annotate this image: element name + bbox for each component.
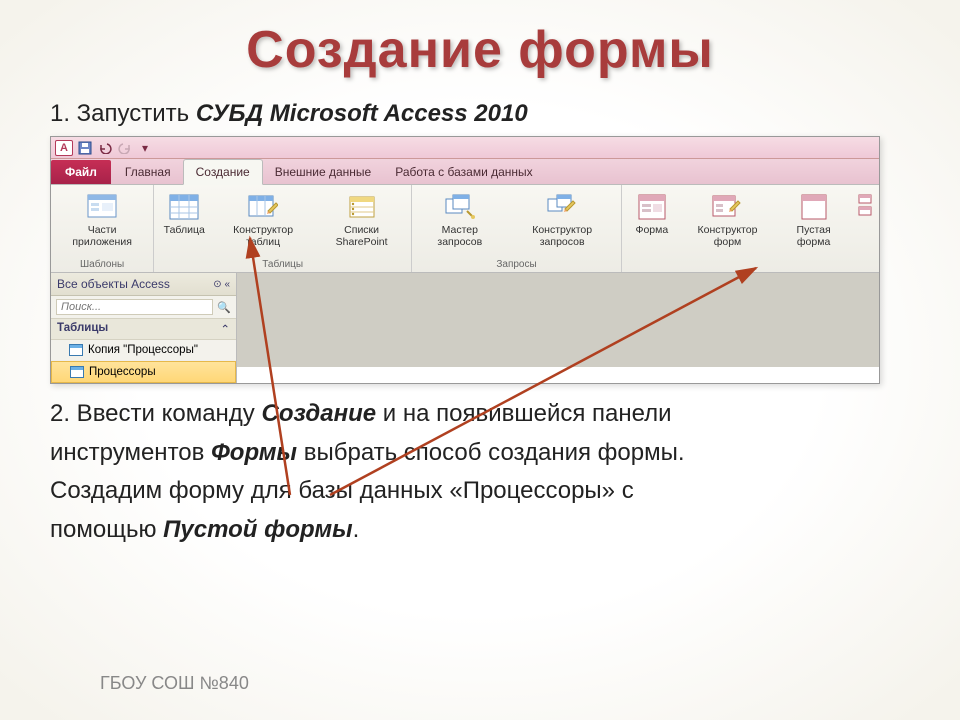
group-templates-label: Шаблоны	[57, 257, 147, 270]
btn-blank-form-label: Пустая форма	[781, 225, 846, 248]
tab-home[interactable]: Главная	[113, 160, 183, 184]
tab-file[interactable]: Файл	[51, 160, 111, 184]
step1-bold: СУБД Microsoft Access 2010	[196, 100, 528, 127]
table-design-icon	[247, 191, 279, 223]
t: и на появившейся панели	[376, 400, 672, 427]
nav-collapse-icon[interactable]: ⊙ «	[213, 279, 230, 290]
btn-more-forms[interactable]	[856, 189, 873, 225]
nav-header-label: Все объекты Access	[57, 277, 170, 291]
btn-form-label: Форма	[635, 225, 668, 237]
table-object-icon	[69, 344, 83, 356]
step-2-line1: 2. Ввести команду Создание и на появивше…	[50, 398, 910, 430]
form-design-icon	[711, 191, 743, 223]
access-screenshot: A ▾ Файл Главная Создание Внешние данные…	[50, 136, 880, 384]
t: выбрать способ создания формы.	[297, 439, 684, 466]
nav-header[interactable]: Все объекты Access ⊙ «	[51, 273, 236, 296]
quick-access-toolbar: A ▾	[51, 137, 879, 159]
nav-category-tables[interactable]: Таблицы ⌃	[51, 319, 236, 340]
btn-table-design[interactable]: Конструктор таблиц	[216, 189, 310, 250]
btn-query-wizard-label: Мастер запросов	[420, 225, 499, 248]
form-icon	[636, 191, 668, 223]
nav-item-copy-processors[interactable]: Копия "Процессоры"	[51, 340, 236, 361]
table-object-icon	[70, 366, 84, 378]
btn-table-design-label: Конструктор таблиц	[218, 225, 308, 248]
btn-blank-form[interactable]: Пустая форма	[779, 189, 848, 250]
group-forms: Форма Конструктор форм Пустая форма	[622, 185, 879, 272]
btn-query-design-label: Конструктор запросов	[511, 225, 612, 248]
app-parts-icon	[86, 191, 118, 223]
sharepoint-icon	[346, 191, 378, 223]
group-tables-label: Таблицы	[160, 257, 405, 270]
search-icon[interactable]: 🔍	[217, 301, 231, 314]
qat-dropdown-icon[interactable]: ▾	[137, 140, 153, 156]
group-tables: Таблица Конструктор таблиц Списки ShareP…	[154, 185, 412, 272]
btn-form[interactable]: Форма	[628, 189, 676, 239]
nav-item-processors[interactable]: Процессоры	[51, 361, 236, 383]
table-icon	[168, 191, 200, 223]
query-design-icon	[546, 191, 578, 223]
nav-search-input[interactable]	[56, 299, 213, 315]
ribbon-tabs: Файл Главная Создание Внешние данные Раб…	[51, 159, 879, 185]
ribbon: Части приложения Шаблоны Таблица Констру…	[51, 185, 879, 273]
btn-form-design[interactable]: Конструктор форм	[684, 189, 771, 250]
btn-query-wizard[interactable]: Мастер запросов	[418, 189, 501, 250]
t: Пустой формы	[163, 516, 352, 543]
btn-form-design-label: Конструктор форм	[686, 225, 769, 248]
nav-category-label: Таблицы	[57, 322, 108, 336]
btn-app-parts-label: Части приложения	[59, 225, 145, 248]
query-wizard-icon	[444, 191, 476, 223]
t: Создание	[261, 400, 376, 427]
more-forms-icon	[858, 191, 872, 223]
tab-dbtools[interactable]: Работа с базами данных	[383, 160, 544, 184]
step1-prefix: 1. Запустить	[50, 100, 196, 127]
qat-undo-icon[interactable]	[97, 140, 113, 156]
tab-create[interactable]: Создание	[183, 159, 263, 185]
step-2-line3: Создадим форму для базы данных «Процессо…	[50, 475, 910, 507]
btn-app-parts[interactable]: Части приложения	[57, 189, 147, 250]
slide-title: Создание формы	[50, 20, 910, 80]
btn-table[interactable]: Таблица	[160, 189, 208, 239]
access-app-icon[interactable]: A	[55, 140, 73, 156]
step-1: 1. Запустить СУБД Microsoft Access 2010	[50, 98, 910, 130]
workspace: Все объекты Access ⊙ « 🔍 Таблицы ⌃ Копия…	[51, 273, 879, 383]
qat-redo-icon[interactable]	[117, 140, 133, 156]
slide-footer: ГБОУ СОШ №840	[100, 673, 249, 694]
nav-category-collapse-icon: ⌃	[220, 322, 230, 336]
btn-table-label: Таблица	[164, 225, 205, 237]
nav-item-label: Копия "Процессоры"	[88, 344, 198, 356]
blank-form-icon	[798, 191, 830, 223]
navigation-pane: Все объекты Access ⊙ « 🔍 Таблицы ⌃ Копия…	[51, 273, 237, 383]
nav-search: 🔍	[51, 296, 236, 319]
group-queries-label: Запросы	[418, 257, 615, 270]
nav-item-label: Процессоры	[89, 366, 156, 378]
document-area	[237, 273, 879, 367]
t: помощью	[50, 516, 163, 543]
btn-sharepoint[interactable]: Списки SharePoint	[318, 189, 405, 250]
step-2-line2: инструментов Формы выбрать способ создан…	[50, 437, 910, 469]
t: .	[353, 516, 360, 543]
tab-external[interactable]: Внешние данные	[263, 160, 384, 184]
btn-sharepoint-label: Списки SharePoint	[320, 225, 403, 248]
t: Формы	[211, 439, 297, 466]
t: 2. Ввести команду	[50, 400, 261, 427]
btn-query-design[interactable]: Конструктор запросов	[509, 189, 614, 250]
qat-save-icon[interactable]	[77, 140, 93, 156]
step-2-line4: помощью Пустой формы.	[50, 514, 910, 546]
group-queries: Мастер запросов Конструктор запросов Зап…	[412, 185, 622, 272]
group-forms-label	[628, 257, 873, 270]
group-templates: Части приложения Шаблоны	[51, 185, 154, 272]
t: инструментов	[50, 439, 211, 466]
